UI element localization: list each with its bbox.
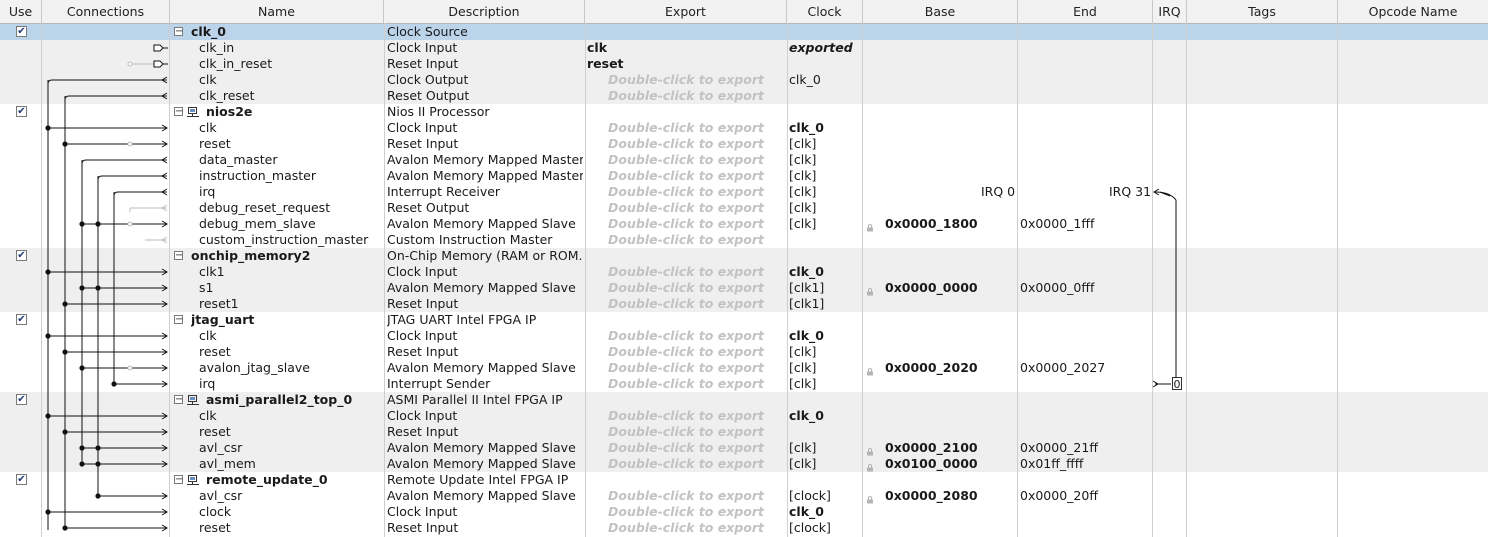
connection-dot[interactable] xyxy=(62,429,68,435)
connection-dot[interactable] xyxy=(95,461,101,467)
connection-dot[interactable] xyxy=(45,333,51,339)
connection-dot[interactable] xyxy=(45,269,51,275)
source-wire[interactable] xyxy=(97,175,167,181)
connection-dot-open[interactable] xyxy=(127,61,133,67)
connection-dot[interactable] xyxy=(79,445,85,451)
connection-dot[interactable] xyxy=(79,221,85,227)
clock-export-pin[interactable] xyxy=(153,44,168,52)
connection-dot[interactable] xyxy=(111,381,117,387)
connection-dot[interactable] xyxy=(79,365,85,371)
reset-export-pin[interactable] xyxy=(153,60,168,68)
connection-dot-open[interactable] xyxy=(127,221,133,227)
connection-dot[interactable] xyxy=(79,285,85,291)
connection-dot-open[interactable] xyxy=(127,365,133,371)
connection-dot[interactable] xyxy=(95,493,101,499)
connection-dot[interactable] xyxy=(45,509,51,515)
connection-dot[interactable] xyxy=(95,445,101,451)
connection-dot[interactable] xyxy=(95,285,101,291)
irq-wire[interactable] xyxy=(1154,191,1177,201)
connection-dot[interactable] xyxy=(62,301,68,307)
source-wire[interactable] xyxy=(81,159,167,165)
source-wire[interactable] xyxy=(113,191,167,197)
connection-dot[interactable] xyxy=(95,221,101,227)
connection-dot[interactable] xyxy=(45,125,51,131)
connection-dot[interactable] xyxy=(62,349,68,355)
system-contents-table: Use Connections Name Description Export … xyxy=(0,0,1488,537)
connection-dot-open[interactable] xyxy=(127,141,133,147)
connection-graph[interactable] xyxy=(0,0,1488,537)
connection-dot[interactable] xyxy=(62,525,68,531)
connection-dot[interactable] xyxy=(62,141,68,147)
connection-dot[interactable] xyxy=(45,413,51,419)
source-wire[interactable] xyxy=(64,95,167,101)
connection-dot[interactable] xyxy=(79,461,85,467)
source-wire[interactable] xyxy=(47,79,167,85)
